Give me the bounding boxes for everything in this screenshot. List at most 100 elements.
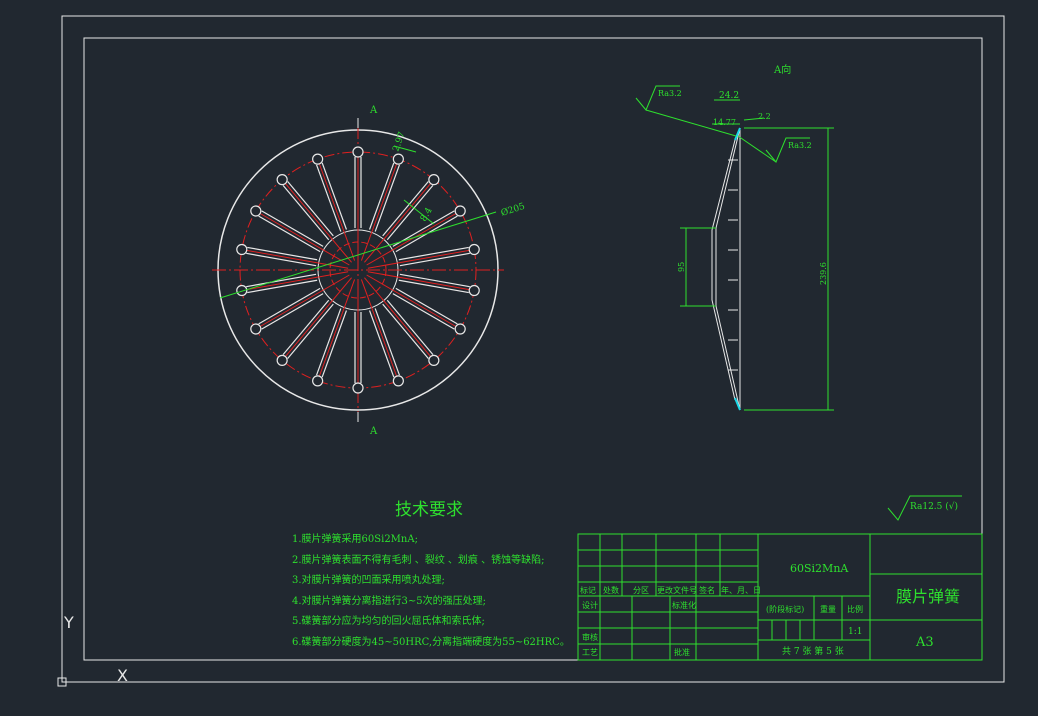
tb-scale: 1:1 [848,627,862,637]
tb-process: 工艺 [582,648,598,657]
finger-slot-edge [287,303,334,359]
side-profile-inner [711,139,736,401]
finger-slot-edge [386,299,434,356]
tb-zone: 分区 [633,586,649,595]
finger-slot-edge [261,293,324,330]
roughness-1-label: Ra3.2 [658,89,682,98]
finger-slot-edge [287,181,334,237]
axis-y-label: Y [63,613,74,632]
title-block: 标记 处数 分区 更改文件号 签名 年、月、日 设计 标准化 审核 工艺 批准 … [577,533,983,661]
dim-inner: 95 [677,262,686,272]
finger-centerline [317,158,356,261]
tech-item-5: 5.碟簧部分应为均匀的回火屈氏体和索氏体; [292,614,485,627]
ucs-icon: Y X [57,613,128,687]
tech-item-2: 2.膜片弹簧表面不得有毛刺 、裂纹 、划痕 、锈蚀等缺陷; [292,553,544,566]
tb-material: 60Si2MnA [790,562,849,575]
finger-slot-edge [368,310,395,378]
finger-slot-edge [399,273,470,288]
outer-border [61,15,1005,683]
tb-ratio: 比例 [847,604,863,614]
finger-slot-edge [282,184,330,241]
front-view: A A Ø205 2.97 8.4 [212,105,527,437]
finger-hole [352,382,364,394]
tb-mark: 标记 [580,585,596,595]
finger-hole [250,323,262,335]
global-roughness-label: Ra12.5 (√) [910,501,958,512]
finger-slot-edge [258,215,321,253]
finger-slot-edge [398,279,469,294]
finger-hole [428,354,440,366]
tb-part-name: 膜片弹簧 [896,587,960,606]
tb-review: 审核 [582,632,598,642]
finger-hole [468,243,480,256]
tb-sheet: 共 7 张 第 5 张 [782,645,844,657]
finger-hole [312,153,324,165]
dim-top: 24.2 [719,91,739,101]
finger-centerline [360,279,399,382]
diameter-dim: Ø205 [500,201,527,219]
side-finger-ticks [728,159,738,371]
tech-item-3: 3.对膜片弹簧的凹面采用喷丸处理; [292,573,445,586]
finger-hole [236,243,248,256]
global-roughness: Ra12.5 (√) [887,495,962,521]
finger-hole [312,375,324,387]
finger-slot-edge [247,246,318,261]
section-mark-top: A [369,105,378,116]
axis-x-label: X [117,666,128,685]
tb-date: 年、月、日 [721,585,761,595]
finger-slot-edge [395,287,458,325]
finger-slot-edge [315,308,342,376]
tech-item-1: 1.膜片弹簧采用60Si2MnA; [292,532,418,545]
finger-slot-edge [246,273,317,288]
tech-item-6: 6.碟簧部分硬度为45~50HRC,分离指端硬度为55~62HRC。 [292,635,570,648]
finger-hole [454,323,466,335]
finger-slot-edge [398,246,469,261]
finger-slot-edge [368,162,395,230]
tech-title: 技术要求 [395,500,463,520]
finger-hole [428,174,440,186]
tb-count: 处数 [603,585,619,595]
tb-docno: 更改文件号 [657,585,697,595]
hole-dim: 2.97 [391,131,407,154]
finger-hole [276,174,288,186]
tech-item-4: 4.对膜片弹簧分离指进行3~5次的强压处理; [292,594,486,607]
finger-centerline [360,158,399,261]
finger-slot-edge [382,303,429,359]
finger-hole [276,354,288,366]
dim-t2: 14.77 [713,118,736,127]
finger-hole [392,375,404,387]
finger-slot-edge [374,164,401,232]
tb-weight: 重量 [820,604,836,614]
slot-dim: 8.4 [419,206,435,224]
side-view: A向 24.2 14.77 2.2 239.6 95 Ra3.2 Ra3.2 [635,63,834,411]
roughness-2-label: Ra3.2 [788,141,812,150]
finger-slot-edge [282,299,330,356]
finger-slot-edge [261,210,324,247]
finger-centerline [317,279,356,382]
finger-slot-edge [258,287,321,325]
view-label: A向 [773,63,791,76]
finger-slot-edge [321,310,348,378]
finger-hole [352,146,364,158]
finger-slot-edge [382,181,429,237]
tb-size: A3 [915,635,934,650]
tb-design: 设计 [582,600,598,610]
roughness-symbol-2: Ra3.2 [737,135,812,163]
finger-hole [392,153,404,165]
finger-slot-edge [315,164,342,232]
finger-hole [250,205,262,217]
finger-slot-edge [321,162,348,230]
tb-standard: 标准化 [672,600,696,610]
finger-slot-edge [399,252,470,267]
tb-sign: 签名 [699,585,715,595]
finger-hole [454,205,466,217]
section-mark-bottom: A [369,426,378,437]
tech-requirements: 技术要求 1.膜片弹簧采用60Si2MnA; 2.膜片弹簧表面不得有毛刺 、裂纹… [292,500,570,648]
tb-stage: (阶段标记) [766,604,804,614]
finger-slot-edge [246,252,317,267]
finger-slot-edge [374,308,401,376]
finger-hole [468,284,480,297]
finger-slot-edge [392,293,455,330]
tb-approve: 批准 [674,647,690,657]
dim-t1: 2.2 [758,112,771,121]
